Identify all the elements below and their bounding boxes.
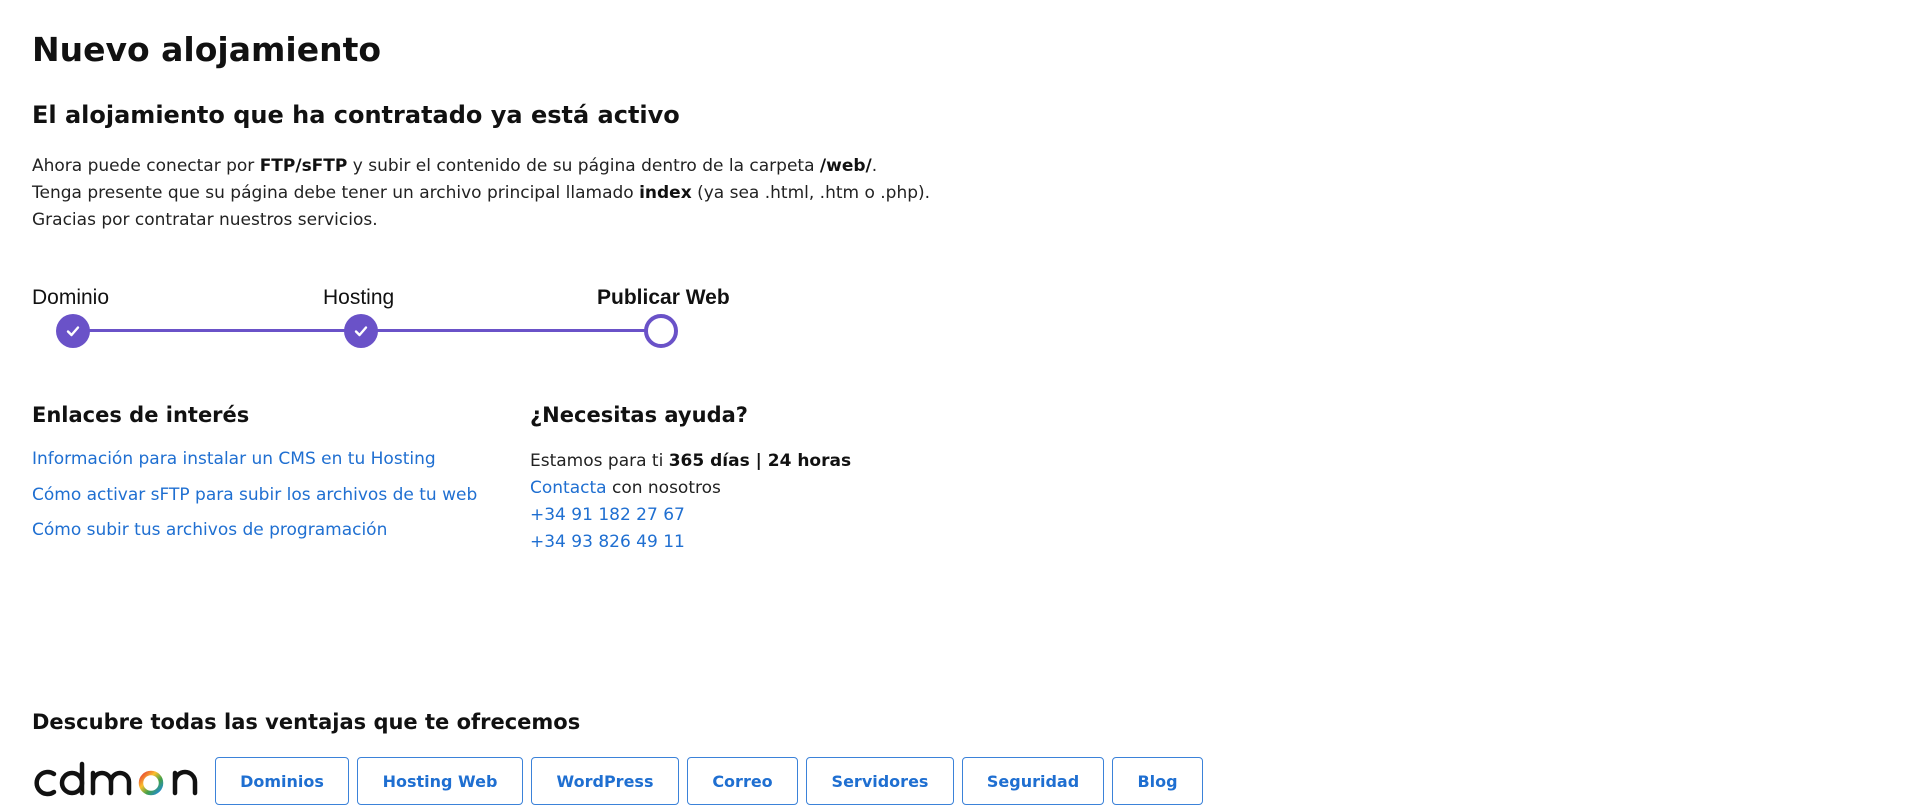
step-label-publicar-web: Publicar Web — [597, 286, 730, 309]
help-section-title: ¿Necesitas ayuda? — [530, 403, 748, 427]
list-item: Cómo activar sFTP para subir los archivo… — [32, 484, 477, 520]
nav-button-wordpress[interactable]: WordPress — [531, 757, 679, 805]
intro-line1: Ahora puede conectar por FTP/sFTP y subi… — [32, 156, 878, 176]
list-item: Cómo subir tus archivos de programación — [32, 519, 477, 555]
link-cms-hosting[interactable]: Información para instalar un CMS en tu H… — [32, 449, 436, 469]
list-item: Información para instalar un CMS en tu H… — [32, 448, 477, 484]
check-icon — [66, 326, 80, 337]
contact-link[interactable]: Contacta — [530, 478, 607, 498]
nav-button-hosting-web[interactable]: Hosting Web — [357, 757, 523, 805]
page: Nuevo alojamiento El alojamiento que ha … — [0, 0, 1920, 807]
phone-link-madrid[interactable]: +34 91 182 27 67 — [530, 505, 685, 525]
cdmon-logo-icon[interactable] — [32, 760, 200, 802]
nav-button-servidores[interactable]: Servidores — [806, 757, 954, 805]
page-title: Nuevo alojamiento — [32, 30, 382, 69]
links-list: Información para instalar un CMS en tu H… — [32, 448, 477, 555]
links-section-title: Enlaces de interés — [32, 403, 250, 427]
phone-line-2: +34 93 826 49 11 — [530, 529, 851, 556]
step-label-hosting: Hosting — [323, 286, 395, 309]
contact-line: Contacta con nosotros — [530, 478, 721, 498]
link-activar-sftp[interactable]: Cómo activar sFTP para subir los archivo… — [32, 485, 477, 505]
nav-button-blog[interactable]: Blog — [1112, 757, 1203, 805]
phone-line-1: +34 91 182 27 67 — [530, 502, 851, 529]
availability-text: Estamos para ti 365 días | 24 horas — [530, 451, 852, 471]
footer-nav: Dominios Hosting Web WordPress Correo Se… — [215, 757, 1203, 805]
step-label-dominio: Dominio — [32, 286, 110, 309]
discover-title: Descubre todas las ventajas que te ofrec… — [32, 710, 581, 734]
step-node-hosting — [344, 314, 378, 348]
intro-text: Ahora puede conectar por FTP/sFTP y subi… — [32, 153, 930, 234]
intro-line2: Tenga presente que su página debe tener … — [32, 183, 931, 203]
step-node-dominio — [56, 314, 90, 348]
nav-button-correo[interactable]: Correo — [687, 757, 798, 805]
phone-link-barcelona[interactable]: +34 93 826 49 11 — [530, 532, 685, 552]
nav-button-seguridad[interactable]: Seguridad — [962, 757, 1104, 805]
step-connector-2 — [361, 329, 661, 332]
help-block: Estamos para ti 365 días | 24 horas Cont… — [530, 448, 851, 556]
page-subtitle: El alojamiento que ha contratado ya está… — [32, 101, 680, 129]
intro-line3: Gracias por contratar nuestros servicios… — [32, 210, 378, 230]
progress-stepper: Dominio Hosting Publicar Web — [0, 280, 800, 360]
check-icon — [354, 326, 368, 337]
nav-button-dominios[interactable]: Dominios — [215, 757, 349, 805]
link-subir-archivos[interactable]: Cómo subir tus archivos de programación — [32, 520, 387, 540]
step-connector-1 — [73, 329, 361, 332]
step-node-publicar-web — [644, 314, 678, 348]
